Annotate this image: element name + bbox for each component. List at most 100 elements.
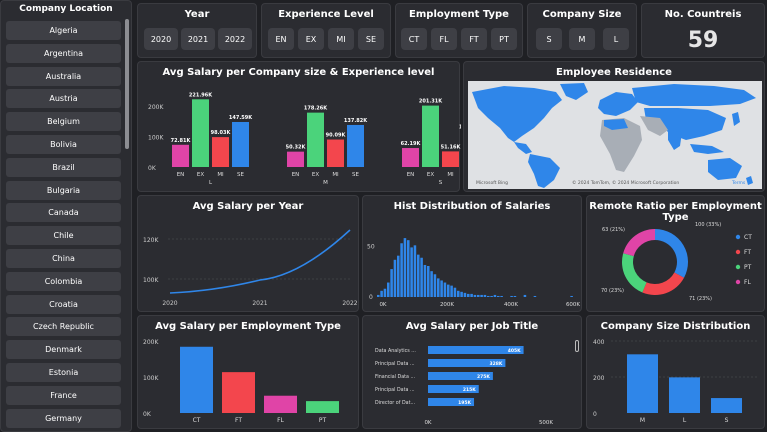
histogram-bar <box>533 295 537 297</box>
employment-option-ft[interactable]: FT <box>461 28 487 50</box>
data-label: 405K <box>508 348 521 354</box>
size-option-l[interactable]: L <box>603 28 629 50</box>
salary-size-experience-chart: Avg Salary per Company size & Experience… <box>137 61 461 192</box>
location-item[interactable]: Chile <box>6 226 121 246</box>
map-terms-link[interactable]: Terms <box>731 180 746 186</box>
x-tick-label: MI <box>447 172 454 178</box>
data-label: 328K <box>490 361 503 367</box>
y-tick-label: 200K <box>143 339 159 346</box>
data-label: 147.59K <box>229 115 253 121</box>
histogram-bar <box>457 290 460 297</box>
histogram-bar <box>397 255 400 297</box>
location-item[interactable]: Bolivia <box>6 135 121 154</box>
location-item[interactable]: Colombia <box>6 271 121 291</box>
donut-slice <box>655 229 688 278</box>
location-item[interactable]: China <box>6 249 121 268</box>
employment-option-pt[interactable]: PT <box>491 28 517 50</box>
employment-option-fl[interactable]: FL <box>431 28 457 50</box>
x-tick-label: PT <box>319 417 327 424</box>
histogram-bar <box>450 285 453 297</box>
size-option-m[interactable]: M <box>569 28 595 50</box>
location-item[interactable]: Austria <box>6 89 121 109</box>
location-scrollbar[interactable] <box>125 19 129 149</box>
data-label: 116.03K <box>459 125 461 131</box>
location-item[interactable]: Bulgaria <box>6 180 121 200</box>
data-label: 62.19K <box>401 141 422 147</box>
experience-slicer: Experience Level EN EX MI SE <box>261 3 391 58</box>
location-item[interactable]: Czech Republic <box>6 317 121 337</box>
location-item[interactable]: Croatia <box>6 294 121 314</box>
x-tick-label: L <box>683 417 687 424</box>
series-line <box>169 229 351 294</box>
legend-label: CT <box>744 234 752 241</box>
location-item[interactable]: Australia <box>6 66 121 86</box>
location-item[interactable]: Brazil <box>6 157 121 177</box>
bar <box>711 398 742 413</box>
location-item[interactable]: Estonia <box>6 363 121 382</box>
employment-option-ct[interactable]: CT <box>401 28 427 50</box>
bar <box>669 377 700 413</box>
y-tick-label: 0K <box>143 411 152 418</box>
x-tick-label: 0K <box>379 302 386 308</box>
employment-slicer: Employment Type CT FL FT PT <box>395 3 523 58</box>
bar <box>172 144 189 167</box>
job-chart-scrollbar[interactable] <box>575 340 579 352</box>
map-bing-attribution: Microsoft Bing <box>476 180 508 186</box>
chart-svg: 0K 100K 200K 72.81K EN 221.96K EX 98.03K MI 147.5… <box>148 92 461 186</box>
chart-svg: 0K 100K 200K CT FT FL PT <box>143 339 339 424</box>
histogram-bar <box>430 271 433 297</box>
histogram-bar <box>413 245 417 297</box>
histogram-bar <box>387 282 390 297</box>
x-tick-label: S <box>725 417 729 424</box>
x-tick-label: 2022 <box>342 300 357 307</box>
histogram-bar <box>480 294 483 297</box>
experience-option-mi[interactable]: MI <box>328 28 354 50</box>
y-tick-label: 50 <box>367 243 375 250</box>
group-label: M <box>323 180 328 186</box>
bar <box>307 112 324 167</box>
location-item[interactable]: Belgium <box>6 112 121 132</box>
x-tick-label: MI <box>217 172 224 178</box>
bar <box>402 148 419 167</box>
experience-option-se[interactable]: SE <box>358 28 384 50</box>
slice-label: 70 (23%) <box>601 288 624 294</box>
x-tick-label: 500K <box>539 420 553 426</box>
experience-option-ex[interactable]: EX <box>298 28 324 50</box>
slice-label: 100 (33%) <box>695 222 721 228</box>
data-label: 275K <box>477 374 490 380</box>
location-item[interactable]: Argentina <box>6 43 121 63</box>
location-item[interactable]: Denmark <box>6 340 121 360</box>
x-tick-label: EX <box>427 172 434 178</box>
salary-year-chart: Avg Salary per Year 100K 120K 2020 2021 2022 <box>137 195 359 312</box>
year-option-2021[interactable]: 2021 <box>181 28 215 50</box>
chart-svg: 100 (33%) 71 (23%) 70 (23%) 63 (21%) CT FT PT F… <box>601 222 752 302</box>
countries-card-value: 59 <box>687 28 719 53</box>
location-item[interactable]: Germany <box>6 408 121 428</box>
histogram-bar <box>467 293 470 297</box>
employee-residence-map: Employee Residence Microsoft Bing © 2024… <box>463 61 765 192</box>
histogram-bar <box>473 294 477 297</box>
world-map[interactable]: Microsoft Bing © 2024 TomTom, © 2024 Mic… <box>464 62 766 193</box>
size-option-s[interactable]: S <box>536 28 562 50</box>
bar <box>627 354 658 413</box>
experience-option-en[interactable]: EN <box>268 28 294 50</box>
salary-employment-chart: Avg Salary per Employment Type 0K 100K 200… <box>137 315 359 429</box>
data-label: 178.26K <box>304 106 328 112</box>
data-label: 51.16K <box>441 144 461 150</box>
location-item[interactable]: Algeria <box>6 21 121 40</box>
location-item[interactable]: Canada <box>6 203 121 223</box>
histogram-bar <box>423 264 427 297</box>
year-option-2020[interactable]: 2020 <box>144 28 178 50</box>
histogram-bar <box>383 288 387 297</box>
donut-slice <box>622 253 647 293</box>
chart-svg: 405K Data Analytics ... 328K Principal Data… <box>375 346 553 426</box>
location-item[interactable]: France <box>6 385 121 405</box>
data-label: 195K <box>458 400 471 406</box>
legend-label: PT <box>744 264 752 271</box>
data-label: 201.31K <box>419 99 443 105</box>
year-option-2022[interactable]: 2022 <box>218 28 252 50</box>
x-tick-label: EN <box>177 172 185 178</box>
map-copyright: © 2024 TomTom, © 2024 Microsoft Corporat… <box>572 179 679 186</box>
location-slicer-title: Company Location <box>19 4 113 14</box>
data-label: 50.32K <box>286 145 307 151</box>
